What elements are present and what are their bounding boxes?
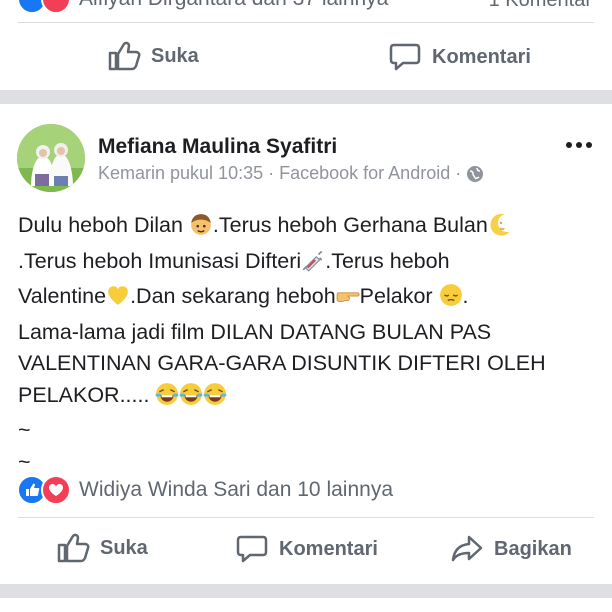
thumbs-up-icon xyxy=(108,41,141,71)
share-label: Bagikan xyxy=(494,537,572,560)
previous-post-like-button[interactable]: Suka xyxy=(107,40,199,72)
comment-icon xyxy=(236,535,268,563)
post-reactions-text: Widiya Winda Sari dan 10 lainnya xyxy=(79,478,393,501)
previous-post-comment-button[interactable]: Komentari xyxy=(388,41,531,73)
post-text: .Dan sekarang heboh xyxy=(130,284,336,308)
laughing-face-emoji-icon xyxy=(179,382,203,416)
previous-post-reactions[interactable]: Alfiyan Dirgantara dan 37 lainnya xyxy=(17,0,388,14)
post-text: VALENTINAN GARA-GARA DISUNTIK DIFTERI OL… xyxy=(18,351,546,375)
comment-icon xyxy=(389,43,421,71)
post-text: Dulu heboh Dilan xyxy=(18,213,189,237)
boy-face-emoji-icon xyxy=(189,212,213,246)
post-text: PELAKOR..... xyxy=(18,382,156,407)
post-text: Valentine xyxy=(18,284,107,308)
love-reaction-icon xyxy=(41,475,71,505)
share-icon xyxy=(451,535,483,562)
post-text: .Terus heboh Imunisasi Difteri xyxy=(18,248,302,273)
pensive-face-emoji-icon xyxy=(439,283,463,317)
post-meta: Kemarin pukul 10:35 · Facebook for Andro… xyxy=(98,163,484,184)
like-label: Suka xyxy=(100,536,148,559)
crescent-moon-emoji-icon xyxy=(488,212,512,246)
previous-post-card: Alfiyan Dirgantara dan 37 lainnya 1 Kome… xyxy=(0,0,612,90)
comment-button[interactable]: Komentari xyxy=(235,533,378,565)
post-card: Mefiana Maulina Syafitri Kemarin pukul 1… xyxy=(0,104,612,584)
more-options-icon[interactable] xyxy=(566,142,592,148)
previous-post-comment-count[interactable]: 1 Komentar xyxy=(489,0,592,12)
globe-icon xyxy=(467,165,484,182)
thumbs-up-icon xyxy=(57,533,90,563)
love-reaction-icon xyxy=(41,0,71,14)
divider xyxy=(18,22,594,23)
avatar[interactable] xyxy=(17,124,85,192)
post-text: Pelakor xyxy=(359,284,439,308)
previous-post-reactions-text: Alfiyan Dirgantara dan 37 lainnya xyxy=(79,0,388,11)
post-body-line: Dulu heboh Dilan .Terus heboh Gerhana Bu… xyxy=(18,210,598,246)
post-body-line: PELAKOR..... xyxy=(18,380,598,416)
syringe-emoji-icon xyxy=(301,248,325,282)
post-body-line: Lama-lama jadi film DILAN DATANG BULAN P… xyxy=(18,317,598,349)
like-button[interactable]: Suka xyxy=(56,532,148,564)
post-reactions[interactable]: Widiya Winda Sari dan 10 lainnya xyxy=(17,475,393,505)
avatar-photo xyxy=(17,124,85,192)
meta-separator: · xyxy=(455,163,462,183)
post-text: .Terus heboh Gerhana Bulan xyxy=(212,213,488,237)
post-body-line: ~ xyxy=(18,415,598,447)
share-button[interactable]: Bagikan xyxy=(450,533,572,565)
post-text: ~ xyxy=(18,449,31,474)
post-body-line: ~ xyxy=(18,447,598,479)
post-timestamp[interactable]: Kemarin pukul 10:35 xyxy=(98,163,263,184)
post-text: .Terus heboh xyxy=(325,248,450,273)
post-author-name[interactable]: Mefiana Maulina Syafitri xyxy=(98,135,337,159)
post-body: Dulu heboh Dilan .Terus heboh Gerhana Bu… xyxy=(18,210,598,478)
post-text: ~ xyxy=(18,418,31,442)
post-body-line: VALENTINAN GARA-GARA DISUNTIK DIFTERI OL… xyxy=(18,348,598,380)
post-text: . xyxy=(462,284,469,308)
laughing-face-emoji-icon xyxy=(155,382,179,416)
divider xyxy=(18,517,594,518)
pointing-hand-emoji-icon xyxy=(336,283,360,317)
post-source: Facebook for Android xyxy=(279,163,451,183)
post-text: Lama-lama jadi film DILAN DATANG BULAN P… xyxy=(18,319,492,344)
previous-post-comment-label: Komentari xyxy=(432,45,531,68)
post-body-line: Valentine .Dan sekarang heboh Pelakor . xyxy=(18,281,598,317)
post-body-line: .Terus heboh Imunisasi Difteri .Terus heb… xyxy=(18,246,598,282)
yellow-heart-emoji-icon xyxy=(106,283,130,317)
comment-label: Komentari xyxy=(279,537,378,560)
meta-separator: · xyxy=(268,163,275,183)
laughing-face-emoji-icon xyxy=(203,382,227,416)
next-post-card xyxy=(0,598,612,612)
previous-post-like-label: Suka xyxy=(151,44,199,67)
